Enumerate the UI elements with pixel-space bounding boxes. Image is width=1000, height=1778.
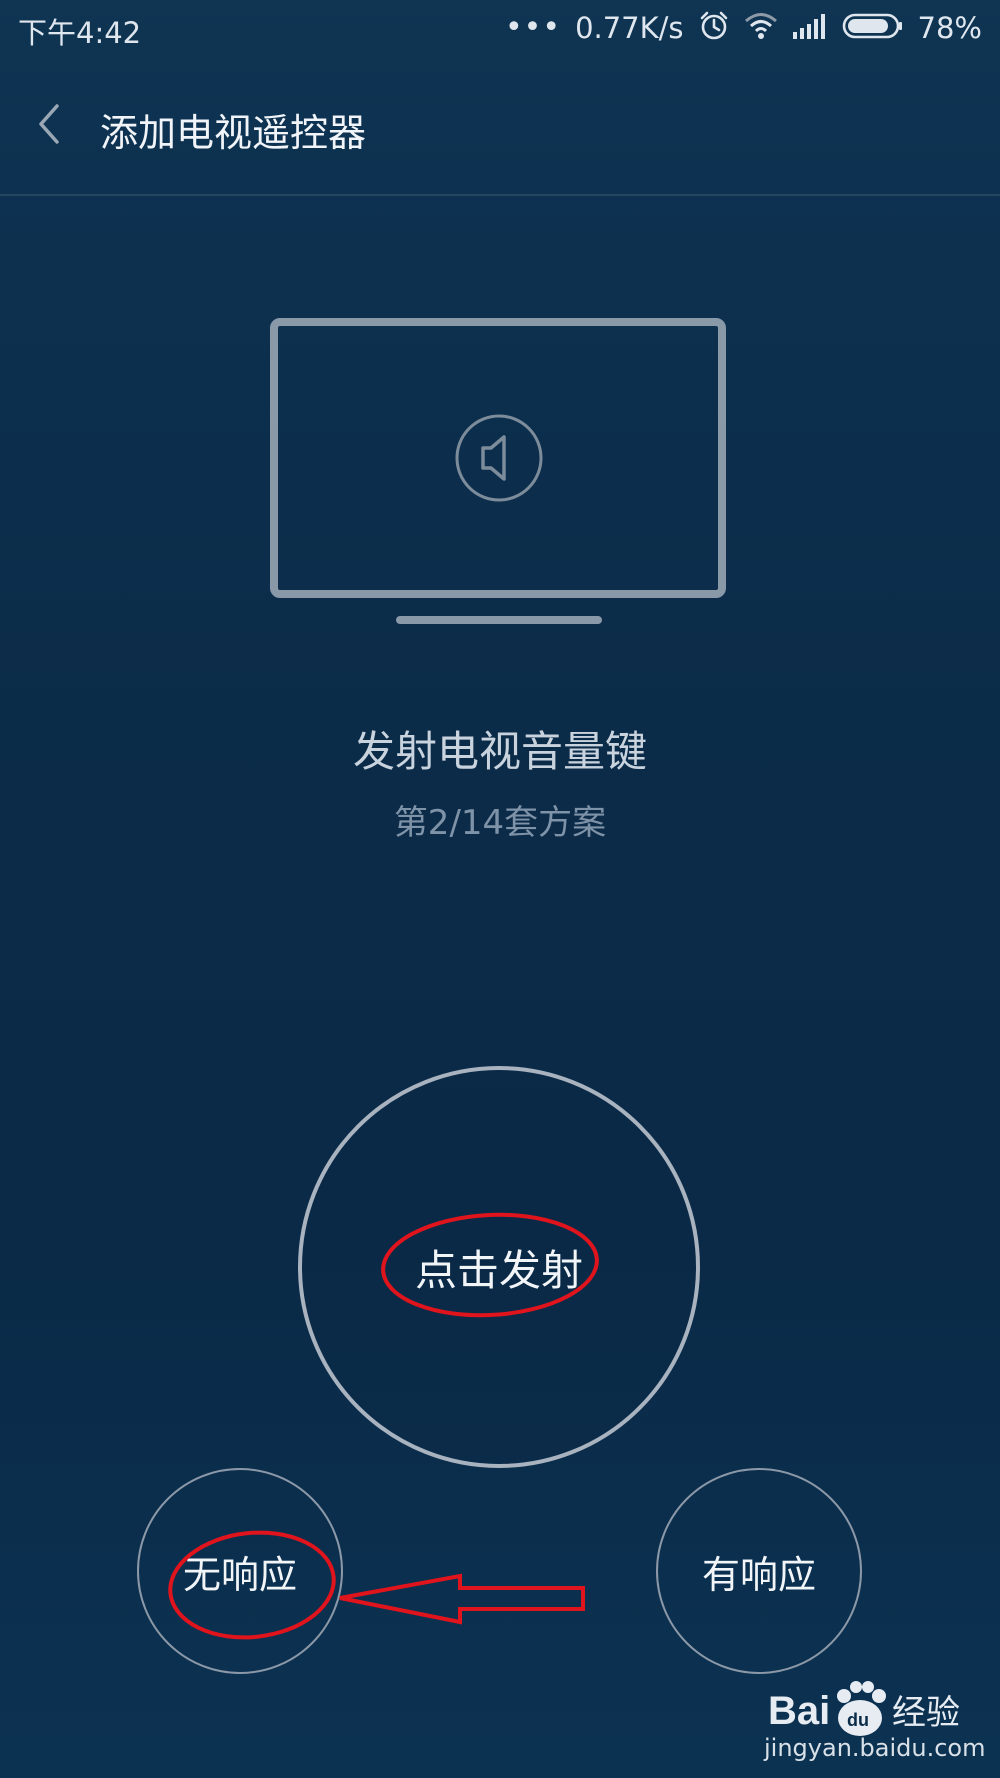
- battery-percent: 78%: [917, 11, 982, 45]
- scheme-counter: 第2/14套方案: [393, 803, 607, 843]
- annotation-overlay: [168, 1212, 599, 1640]
- status-main-text: 发射电视音量键: [352, 727, 647, 776]
- brand-cn-text: 经验: [892, 1693, 960, 1733]
- annotation-arrow-icon: [339, 1573, 585, 1625]
- alarm-icon: [698, 10, 730, 46]
- page-title: 添加电视遥控器: [100, 111, 367, 155]
- brand-text-1: Bai: [768, 1689, 830, 1733]
- no-response-button[interactable]: 无响应: [137, 1468, 343, 1674]
- back-arrow-icon: [39, 104, 59, 144]
- yes-response-button[interactable]: 有响应: [656, 1468, 862, 1674]
- yes-response-label: 有响应: [701, 1552, 816, 1597]
- baidu-logo-icon: Bai du 经验: [768, 1681, 960, 1736]
- battery-icon: [842, 12, 904, 44]
- status-right-group: ••• 0.77K/s 78%: [505, 8, 982, 48]
- tv-illustration: [268, 318, 730, 628]
- no-response-label: 无响应: [182, 1552, 297, 1597]
- fire-button-label: 点击发射: [414, 1245, 583, 1295]
- back-button[interactable]: [20, 94, 80, 154]
- notification-dots: •••: [504, 10, 562, 45]
- fire-button[interactable]: 点击发射: [298, 1066, 700, 1468]
- wifi-icon: [744, 11, 778, 45]
- volume-speaker-icon: [455, 414, 543, 502]
- app-header: 添加电视遥控器: [0, 56, 1000, 196]
- network-speed: 0.77K/s: [575, 11, 684, 45]
- signal-icon: [792, 12, 828, 44]
- watermark-url: jingyan.baidu.com: [764, 1734, 986, 1762]
- tv-icon: [270, 318, 726, 624]
- status-bar: 下午4:42 ••• 0.77K/s 78%: [0, 0, 1000, 56]
- brand-text-2: du: [847, 1710, 869, 1730]
- status-time: 下午4:42: [18, 16, 142, 50]
